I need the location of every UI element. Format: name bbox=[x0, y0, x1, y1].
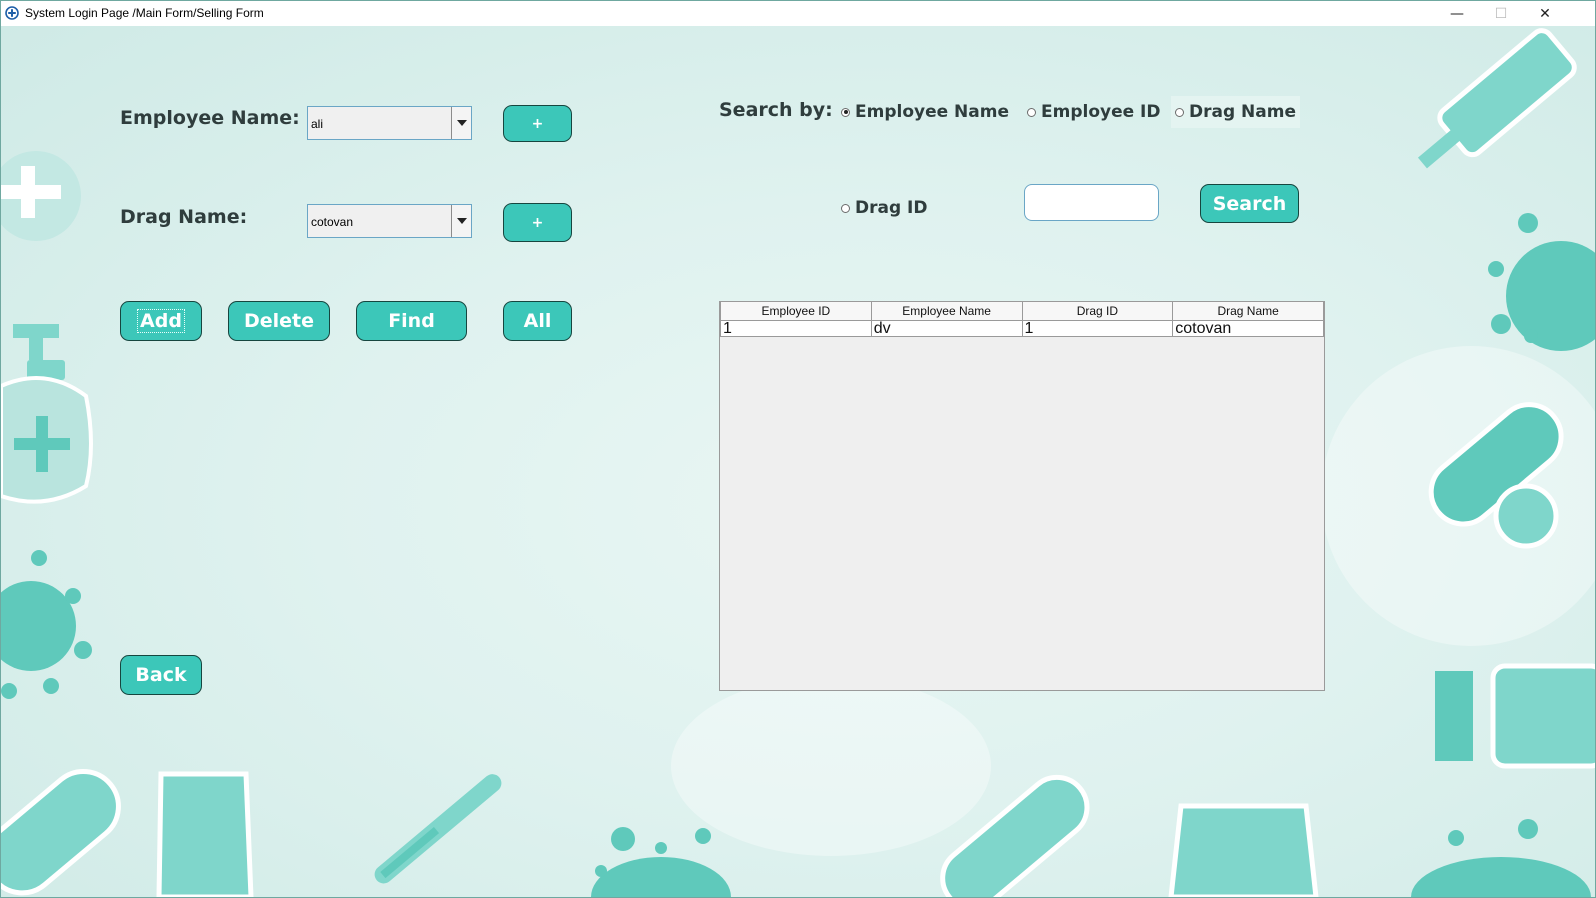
bottom-right-virus-icon bbox=[1411, 819, 1591, 897]
table-cell[interactable]: dv bbox=[870, 320, 1023, 337]
column-header-employee-name[interactable]: Employee Name bbox=[870, 302, 1023, 321]
add-employee-button[interactable]: + bbox=[503, 105, 572, 142]
drag-dropdown-button[interactable] bbox=[451, 205, 471, 237]
add-button[interactable]: Add bbox=[120, 301, 202, 341]
employee-name-label: Employee Name: bbox=[120, 107, 300, 129]
table-cell[interactable]: 1 bbox=[720, 320, 872, 337]
radio-selected-icon bbox=[841, 107, 850, 117]
radio-unselected-icon bbox=[841, 203, 850, 213]
sanitizer-bottle-icon bbox=[1, 324, 93, 504]
employee-name-value: ali bbox=[311, 117, 324, 131]
table-header-row: Employee ID Employee Name Drag ID Drag N… bbox=[720, 302, 1324, 321]
drag-name-value: cotovan bbox=[311, 215, 354, 229]
app-window: System Login Page /Main Form/Selling For… bbox=[0, 0, 1596, 898]
first-aid-icon bbox=[1435, 663, 1595, 769]
maximize-button[interactable]: ☐ bbox=[1479, 1, 1523, 26]
radio-unselected-icon bbox=[1027, 107, 1036, 117]
add-button-label: Add bbox=[137, 309, 185, 333]
delete-button[interactable]: Delete bbox=[228, 301, 330, 341]
search-input[interactable] bbox=[1024, 184, 1159, 221]
jar-icon bbox=[1168, 803, 1319, 897]
search-by-label: Search by: bbox=[719, 99, 833, 121]
column-header-drag-name[interactable]: Drag Name bbox=[1172, 302, 1324, 321]
minimize-button[interactable]: — bbox=[1435, 1, 1479, 26]
app-icon bbox=[5, 6, 19, 20]
window-title: System Login Page /Main Form/Selling For… bbox=[25, 6, 264, 20]
radio-drag-name-label: Drag Name bbox=[1189, 102, 1296, 122]
glass-icon bbox=[156, 771, 254, 897]
chevron-down-icon bbox=[456, 218, 467, 224]
virus-icon bbox=[1, 550, 92, 699]
radio-employee-id-label: Employee ID bbox=[1041, 102, 1161, 122]
radio-employee-name[interactable]: Employee Name bbox=[841, 102, 1009, 122]
table-cell[interactable]: 1 bbox=[1021, 320, 1174, 337]
column-header-employee-id[interactable]: Employee ID bbox=[720, 302, 872, 321]
employee-name-combobox[interactable]: ali bbox=[307, 106, 472, 140]
bottom-virus-icon bbox=[591, 827, 731, 897]
search-button[interactable]: Search bbox=[1200, 184, 1299, 223]
form-area: Employee Name: ali + Drag Name: cotovan … bbox=[1, 26, 1595, 897]
maximize-icon: ☐ bbox=[1494, 5, 1508, 22]
right-virus-icon bbox=[1488, 213, 1595, 351]
add-drag-button[interactable]: + bbox=[503, 203, 572, 242]
back-button[interactable]: Back bbox=[120, 655, 202, 695]
close-button[interactable]: ✕ bbox=[1523, 1, 1567, 26]
radio-drag-id[interactable]: Drag ID bbox=[841, 198, 928, 218]
table-cell[interactable]: cotovan bbox=[1172, 320, 1324, 337]
radio-unselected-icon bbox=[1175, 107, 1184, 117]
close-icon: ✕ bbox=[1539, 5, 1551, 22]
minimize-icon: — bbox=[1450, 5, 1464, 22]
thermometer-icon bbox=[374, 774, 502, 884]
radio-employee-name-label: Employee Name bbox=[855, 102, 1010, 122]
radio-employee-id[interactable]: Employee ID bbox=[1027, 102, 1161, 122]
column-header-drag-id[interactable]: Drag ID bbox=[1021, 302, 1174, 321]
pill-icon bbox=[1, 768, 121, 896]
results-table[interactable]: Employee ID Employee Name Drag ID Drag N… bbox=[719, 301, 1325, 691]
radio-drag-id-label: Drag ID bbox=[855, 198, 928, 218]
syringe-icon bbox=[1417, 28, 1577, 169]
radio-drag-name[interactable]: Drag Name bbox=[1171, 96, 1300, 128]
table-row[interactable]: 1 dv 1 cotovan bbox=[720, 320, 1324, 337]
all-button[interactable]: All bbox=[503, 301, 572, 341]
find-button[interactable]: Find bbox=[356, 301, 467, 341]
employee-dropdown-button[interactable] bbox=[451, 107, 471, 139]
drag-name-label: Drag Name: bbox=[120, 206, 248, 228]
chevron-down-icon bbox=[456, 120, 467, 126]
title-bar[interactable]: System Login Page /Main Form/Selling For… bbox=[1, 1, 1595, 26]
drag-name-combobox[interactable]: cotovan bbox=[307, 204, 472, 238]
tablet-icon bbox=[1493, 483, 1559, 549]
